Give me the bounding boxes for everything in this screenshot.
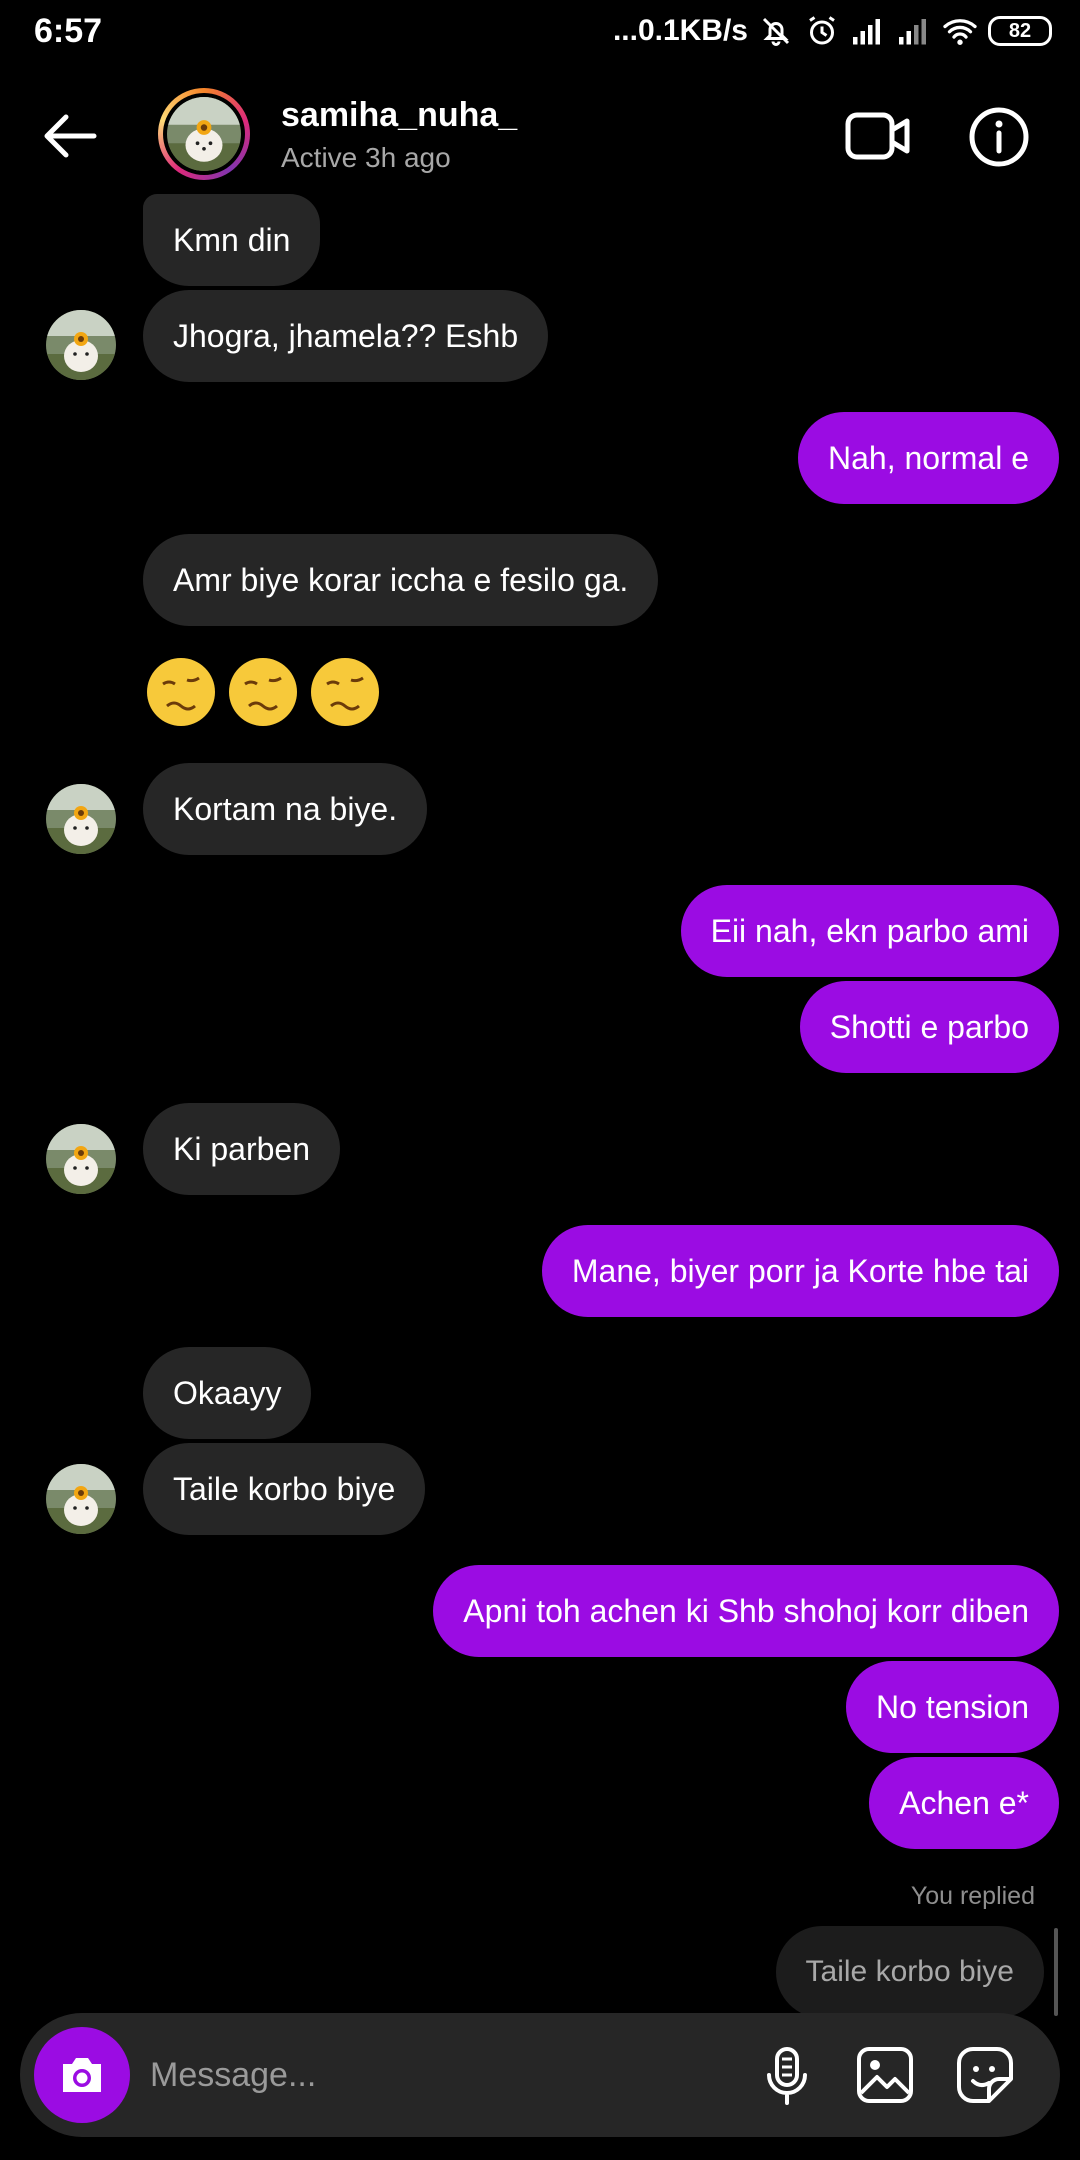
emoji-message[interactable] — [143, 654, 383, 730]
alarm-icon — [809, 16, 835, 45]
woozy-face-icon — [229, 658, 297, 726]
woozy-face-icon — [311, 658, 379, 726]
signal-icon — [853, 19, 880, 45]
sticker-icon[interactable] — [953, 2043, 1017, 2107]
video-call-icon[interactable] — [845, 106, 911, 166]
sender-avatar[interactable] — [46, 1464, 116, 1534]
you-replied-label: You replied — [910, 1882, 1035, 1910]
message-in[interactable]: Amr biye korar iccha e fesilo ga. — [143, 534, 659, 626]
message-out[interactable]: Nah, normal e — [798, 412, 1059, 504]
message-in[interactable]: Okaayy — [143, 1347, 312, 1439]
network-speed: ...0.1KB/s — [612, 14, 748, 47]
message-in[interactable]: Ki parben — [143, 1103, 340, 1195]
sender-avatar[interactable] — [46, 310, 116, 380]
info-icon[interactable] — [968, 106, 1030, 168]
sender-avatar[interactable] — [46, 1124, 116, 1194]
message-input[interactable] — [150, 2043, 730, 2107]
wifi-icon — [943, 19, 977, 45]
chat-header: samiha_nuha_ Active 3h ago — [0, 62, 1080, 210]
message-in[interactable]: Taile korbo biye — [143, 1443, 426, 1535]
message-out[interactable]: Achen e* — [869, 1757, 1059, 1849]
sender-avatar[interactable] — [46, 784, 116, 854]
dog-avatar-image — [167, 97, 241, 171]
active-status: Active 3h ago — [281, 142, 451, 173]
camera-button[interactable] — [34, 2027, 130, 2123]
status-time: 6:57 — [34, 12, 103, 50]
woozy-face-icon — [147, 658, 215, 726]
message-in[interactable]: Jhogra, jhamela?? Eshb — [143, 290, 549, 382]
status-bar: 6:57 ...0.1KB/s 82 — [0, 0, 1080, 62]
chat-username[interactable]: samiha_nuha_ — [281, 96, 517, 135]
battery-indicator: 82 — [988, 16, 1052, 46]
message-in[interactable]: Kmn din — [143, 194, 321, 286]
scrollbar[interactable] — [1054, 1928, 1058, 2016]
back-arrow-icon[interactable] — [38, 104, 102, 168]
gallery-icon[interactable] — [853, 2043, 917, 2107]
message-out[interactable]: Shotti e parbo — [799, 981, 1059, 1073]
mute-bell-icon — [762, 17, 790, 46]
message-out[interactable]: Apni toh achen ki Shb shohoj korr diben — [433, 1565, 1059, 1657]
message-composer — [20, 2013, 1060, 2137]
profile-avatar[interactable] — [158, 88, 250, 180]
message-out[interactable]: No tension — [846, 1661, 1059, 1753]
message-out[interactable]: Mane, biyer porr ja Korte hbe tai — [541, 1225, 1059, 1317]
signal-icon-2 — [899, 19, 926, 45]
reply-quote-bubble[interactable]: Taile korbo biye — [775, 1926, 1044, 2018]
message-out[interactable]: Eii nah, ekn parbo ami — [680, 885, 1059, 977]
message-in[interactable]: Kortam na biye. — [143, 763, 428, 855]
camera-icon — [63, 2058, 101, 2092]
microphone-icon[interactable] — [755, 2043, 819, 2107]
status-icons: ...0.1KB/s 82 — [613, 10, 1052, 52]
